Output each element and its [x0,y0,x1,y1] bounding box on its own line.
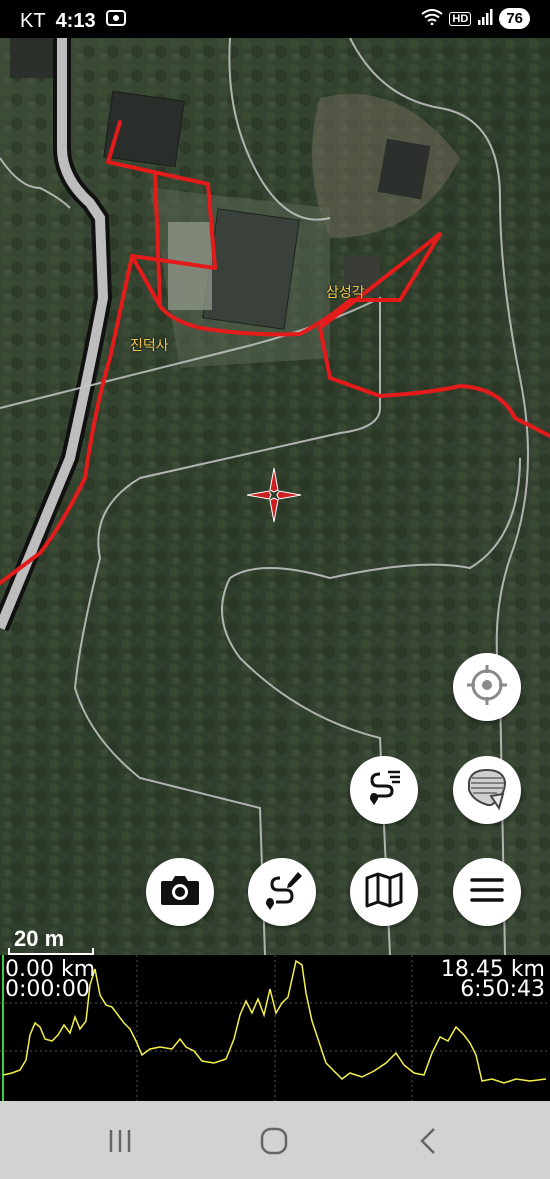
camera-button[interactable] [146,858,214,926]
menu-icon [469,876,505,909]
locate-button[interactable] [453,653,521,721]
camera-icon [159,872,201,913]
home-button[interactable] [254,1121,294,1161]
route-edit-button[interactable] [248,858,316,926]
route-list-icon [362,766,406,815]
route-edit-icon [260,868,304,917]
start-time: 0:00:00 [5,977,90,1002]
battery-badge: 76 [499,8,530,29]
route-list-button[interactable] [350,756,418,824]
place-label-samseonggak: 삼성각 [326,285,365,301]
recent-apps-button[interactable] [100,1121,140,1161]
wifi-icon [421,9,444,28]
total-time: 6:50:43 [460,977,545,1002]
clock: 4:13 [55,9,96,32]
back-button[interactable] [408,1121,448,1161]
scale-bar [8,948,94,955]
map-center-cursor [245,466,303,524]
status-bar: KT 4:13 HD 76 [0,0,550,38]
carrier-label: KT [20,9,46,32]
map-icon [364,870,404,915]
map-view[interactable]: 진덕사 삼성각 20 m [0,38,550,955]
screenshot-icon [105,9,126,33]
back-icon [420,1128,435,1154]
map-button[interactable] [350,858,418,926]
system-nav-bar [0,1101,550,1179]
menu-button[interactable] [453,858,521,926]
hd-badge: HD [449,11,472,26]
crosshair-locate-icon [465,663,509,712]
map-layers-icon [463,764,511,817]
map-layers-button[interactable] [453,756,521,824]
home-icon [260,1127,288,1155]
elevation-profile[interactable]: 0.00 km 0:00:00 18.45 km 6:50:43 [0,955,550,1101]
recent-apps-icon [109,1130,131,1152]
place-label-jindeoksa: 진덕사 [130,338,169,354]
signal-icon [477,9,493,28]
